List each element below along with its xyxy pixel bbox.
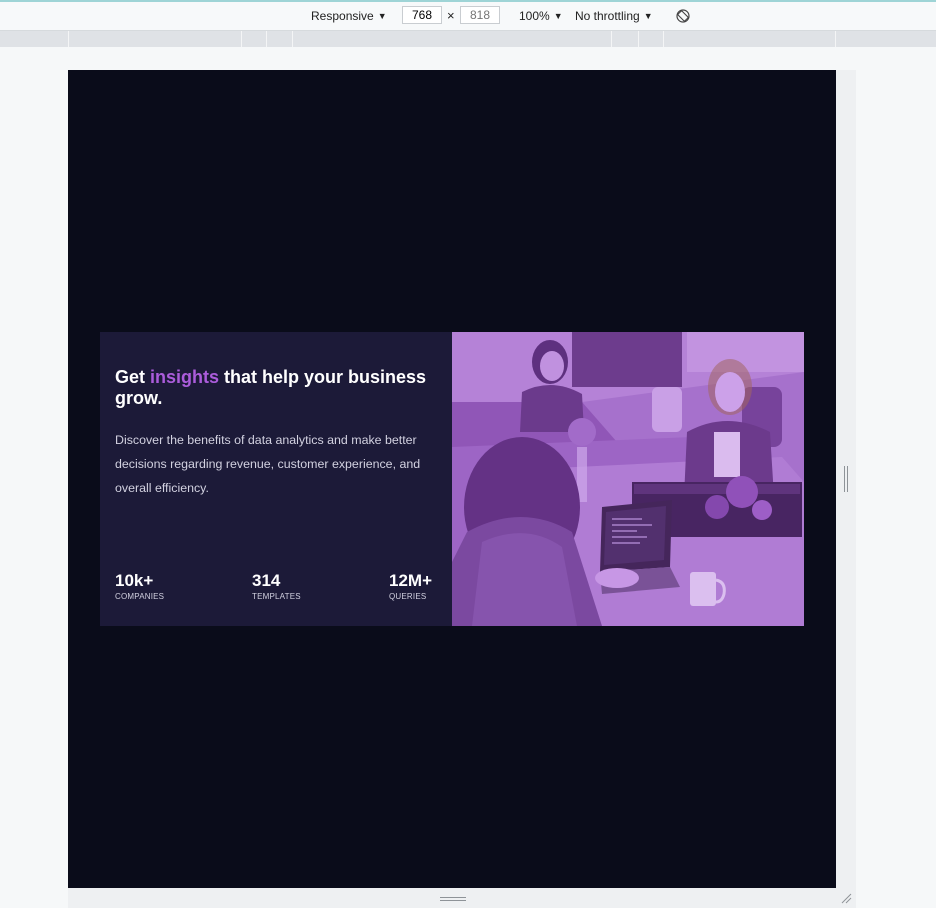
media-query-marker[interactable] xyxy=(292,31,293,47)
hero-text-panel: Get insights that help your business gro… xyxy=(100,332,452,626)
stat-value: 12M+ xyxy=(389,571,432,590)
hero-image xyxy=(452,332,804,626)
device-toolbar: Responsive▼ × 100%▼ No throttling▼ xyxy=(0,2,936,31)
office-team-image xyxy=(452,332,804,626)
media-query-marker[interactable] xyxy=(241,31,242,47)
width-resize-handle[interactable] xyxy=(843,466,849,492)
zoom-label: 100% xyxy=(519,9,550,23)
headline-text: Get xyxy=(115,367,151,387)
dimension-separator-icon: × xyxy=(447,8,455,23)
stat-value: 314 xyxy=(252,571,281,590)
media-query-marker[interactable] xyxy=(663,31,664,47)
media-query-bar xyxy=(0,31,936,47)
height-resize-handle[interactable] xyxy=(440,896,466,902)
media-query-marker[interactable] xyxy=(68,31,69,47)
stat-companies: 10k+ COMPANIES xyxy=(115,571,165,602)
stat-label: TEMPLATES xyxy=(252,592,301,601)
viewport-width-input[interactable] xyxy=(402,6,442,24)
stat-templates: 314 TEMPLATES xyxy=(252,571,301,602)
media-query-marker[interactable] xyxy=(266,31,267,47)
hero-card: Get insights that help your business gro… xyxy=(100,332,804,626)
caret-down-icon: ▼ xyxy=(377,11,387,21)
headline-accent-word: insights xyxy=(150,367,220,387)
device-mode-dropdown[interactable]: Responsive ▼ xyxy=(311,9,387,23)
stat-label: QUERIES xyxy=(389,592,427,601)
media-query-marker[interactable] xyxy=(611,31,612,47)
zoom-dropdown[interactable]: 100% ▼ xyxy=(519,9,563,23)
rotate-icon[interactable] xyxy=(676,9,690,23)
device-mode-label: Responsive xyxy=(311,9,374,23)
hero-description: Discover the benefits of data analytics … xyxy=(115,433,421,495)
media-query-marker[interactable] xyxy=(638,31,639,47)
corner-resize-icon[interactable] xyxy=(840,892,852,904)
throttling-label: No throttling xyxy=(575,9,640,23)
caret-down-icon: ▼ xyxy=(553,11,563,21)
stat-queries: 12M+ QUERIES xyxy=(389,571,432,602)
hero-headline: Get insights that help your business gro… xyxy=(115,367,445,409)
media-query-marker[interactable] xyxy=(835,31,836,47)
throttling-dropdown[interactable]: No throttling ▼ xyxy=(575,9,653,23)
caret-down-icon: ▼ xyxy=(643,11,653,21)
stat-value: 10k+ xyxy=(115,571,154,590)
viewport-height-input[interactable] xyxy=(460,6,500,24)
stat-label: COMPANIES xyxy=(115,592,165,601)
